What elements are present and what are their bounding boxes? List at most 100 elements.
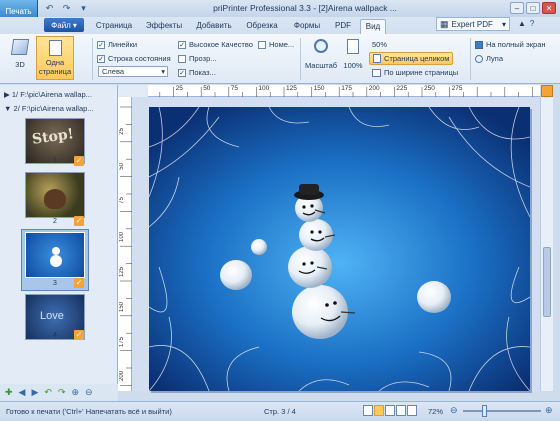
show-checkbox[interactable]: ✓ Показ... xyxy=(178,68,216,77)
ruler-label: 250 xyxy=(424,85,435,92)
chevron-down-icon: ▾ xyxy=(501,19,506,29)
undo-icon[interactable]: ↶ xyxy=(44,3,55,14)
scroll-thumb[interactable] xyxy=(543,247,551,317)
checkbox-icon[interactable]: ✓ xyxy=(74,156,84,166)
expand-icon[interactable]: ▶ xyxy=(4,90,10,99)
tab-file[interactable]: Файл ▾ xyxy=(44,18,84,32)
checkbox-icon xyxy=(258,40,266,49)
tab-view[interactable]: Вид xyxy=(360,19,386,34)
page-width-icon xyxy=(372,68,381,77)
checkbox-icon: ✓ xyxy=(97,54,105,63)
snowman-shape xyxy=(50,255,62,267)
ruler-label: 200 xyxy=(119,371,125,382)
whole-page-button[interactable]: Страница целиком xyxy=(369,52,454,65)
divider xyxy=(300,38,301,80)
ruler-label: 25 xyxy=(175,85,183,92)
scale-button[interactable]: Масштаб xyxy=(303,37,339,79)
dropdown-icon[interactable]: ▾ xyxy=(78,3,89,14)
vertical-scrollbar[interactable] xyxy=(540,97,553,391)
ruler-label: 125 xyxy=(119,267,125,278)
zoom-50-button[interactable]: 50% xyxy=(372,40,387,49)
add-icon[interactable]: ✚ xyxy=(5,387,13,398)
checkbox-icon[interactable]: ✓ xyxy=(74,330,84,340)
divider xyxy=(92,38,93,80)
checkbox-icon[interactable]: ✓ xyxy=(74,278,84,288)
pages-toolbar: ✚ ◀ ▶ ↶ ↷ ⊕ ⊖ xyxy=(0,384,118,401)
zoom-in-icon[interactable]: ⊕ xyxy=(545,405,553,416)
align-select[interactable]: Слева ▾ xyxy=(98,66,168,77)
rotate-right-icon[interactable]: ↷ xyxy=(58,387,66,398)
ruler-label: 175 xyxy=(341,85,353,92)
page-width-button[interactable]: По ширине страницы xyxy=(372,68,458,77)
tree-item-1[interactable]: ▶ 1/ F:\pic\Airena wallap... xyxy=(4,90,92,99)
ruler-toggle-icon[interactable] xyxy=(541,85,553,97)
align-value: Слева xyxy=(102,67,125,76)
one-page-button[interactable]: Одна страница xyxy=(36,36,74,80)
tab-crop[interactable]: Обрезка xyxy=(242,19,282,34)
page-100-icon xyxy=(347,39,359,54)
ruler-label: 175 xyxy=(119,336,125,347)
fit-page-icon[interactable] xyxy=(374,405,384,416)
tab-add[interactable]: Добавить xyxy=(192,19,236,34)
zoom-slider-thumb[interactable] xyxy=(482,405,487,417)
zoom-100-label: 100% xyxy=(343,61,363,70)
single-page-icon[interactable] xyxy=(363,405,373,416)
redo-icon[interactable]: ↷ xyxy=(61,3,72,14)
zoom-100-button[interactable]: 100% xyxy=(342,37,364,79)
minimize-ribbon-icon[interactable]: ▲ xyxy=(518,19,526,28)
horizontal-ruler: 25 50 75 100 125 150 175 200 225 250 275 xyxy=(148,85,540,97)
close-icon[interactable]: ✕ xyxy=(542,2,556,14)
ribbon-extra: ▲ ? xyxy=(518,19,534,28)
magnifier-icon xyxy=(475,54,483,63)
tab-effects[interactable]: Эффекты xyxy=(142,19,186,34)
thumbnail-2[interactable] xyxy=(25,172,85,218)
tree-item-label: 2/ F:\pic\Airena wallap... xyxy=(13,104,94,113)
page-counter: Стр. 3 / 4 xyxy=(264,407,296,416)
transparent-checkbox[interactable]: Прозр... xyxy=(178,54,217,63)
ruler-label: 75 xyxy=(230,85,239,92)
maximize-icon[interactable]: □ xyxy=(526,2,540,14)
two-pages-icon[interactable] xyxy=(385,405,395,416)
collapse-icon[interactable]: ▼ xyxy=(4,104,11,113)
zoom-in-icon[interactable]: ⊕ xyxy=(71,387,79,398)
thumbnail-number: 3 xyxy=(53,280,57,287)
tab-file-label: Файл xyxy=(51,20,71,30)
tab-pdf[interactable]: PDF xyxy=(332,19,354,34)
ruler-label: 225 xyxy=(396,85,408,92)
rulers-checkbox[interactable]: ✓ Линейки xyxy=(97,40,137,49)
tree-item-2[interactable]: ▼ 2/ F:\pic\Airena wallap... xyxy=(4,104,94,113)
list-view-icon[interactable] xyxy=(407,405,417,416)
page-preview[interactable] xyxy=(149,107,530,391)
tab-page[interactable]: Страница xyxy=(92,19,136,34)
ruler-label: 125 xyxy=(286,85,297,92)
high-quality-checkbox[interactable]: ✓ Высокое Качество xyxy=(178,40,253,49)
minimize-icon[interactable]: – xyxy=(510,2,524,14)
zoom-out-icon[interactable]: ⊖ xyxy=(85,387,93,398)
rotate-left-icon[interactable]: ↶ xyxy=(44,387,52,398)
zoom-slider[interactable] xyxy=(463,410,541,412)
arrow-right-icon[interactable]: ▶ xyxy=(31,387,38,398)
printer-select[interactable]: ▦ Expert PDF ▾ xyxy=(436,17,510,31)
full-screen-button[interactable]: На полный экран xyxy=(475,40,546,49)
page-icon xyxy=(48,40,62,56)
tab-shapes[interactable]: Формы xyxy=(290,19,324,34)
checkbox-icon[interactable]: ✓ xyxy=(74,216,84,226)
status-bar-checkbox[interactable]: ✓ Строка состояния xyxy=(97,54,171,63)
arrow-left-icon[interactable]: ◀ xyxy=(19,387,26,398)
chevron-down-icon: ▾ xyxy=(72,20,77,30)
status-bar: Готово к печати ('Ctrl+' Напечатать всё … xyxy=(0,401,560,421)
help-icon[interactable]: ? xyxy=(530,19,534,28)
cube-icon xyxy=(10,39,30,55)
magnifier-button[interactable]: Лупа xyxy=(475,54,503,63)
page-width-label: По ширине страницы xyxy=(384,68,459,77)
grid-view-icon[interactable] xyxy=(396,405,406,416)
zoom-out-icon[interactable]: ⊖ xyxy=(450,405,458,416)
3d-button[interactable]: 3D xyxy=(6,37,34,79)
numbers-checkbox[interactable]: Номе... xyxy=(258,40,294,49)
ruler-label: 150 xyxy=(313,85,325,92)
ruler-label: 275 xyxy=(451,85,463,92)
checkbox-icon: ✓ xyxy=(97,40,105,49)
divider xyxy=(470,38,471,80)
ruler-label: 50 xyxy=(203,85,211,92)
thumbnail-3[interactable] xyxy=(25,232,85,278)
